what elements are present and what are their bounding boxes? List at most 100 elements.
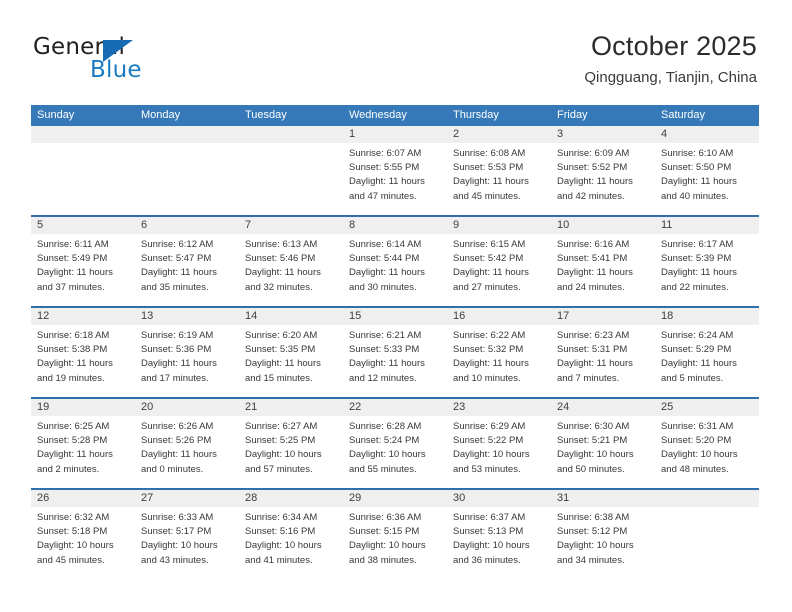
day-number-strip: 26	[31, 490, 135, 507]
day-number-strip: 4	[655, 126, 759, 143]
weekday-header-friday: Friday	[557, 109, 588, 121]
day-cell-17[interactable]: 17 Sunrise: 6:23 AM Sunset: 5:31 PM Dayligh…	[551, 308, 655, 397]
sunrise-line: Sunrise: 6:22 AM	[453, 330, 526, 341]
page-header: General Blue October 2025 Qingguang, Tia…	[0, 0, 792, 104]
day-number: 7	[245, 219, 252, 231]
day-cell-12[interactable]: 12 Sunrise: 6:18 AM Sunset: 5:38 PM Dayligh…	[31, 308, 135, 397]
day-number-strip: 1	[343, 126, 447, 143]
daylight-line-2: and 12 minutes.	[349, 372, 417, 384]
daylight-line-2: and 19 minutes.	[37, 372, 105, 384]
day-cell-28[interactable]: 28 Sunrise: 6:34 AM Sunset: 5:16 PM Dayligh…	[239, 490, 343, 579]
day-cell-21[interactable]: 21 Sunrise: 6:27 AM Sunset: 5:25 PM Dayligh…	[239, 399, 343, 488]
day-cell-23[interactable]: 23 Sunrise: 6:29 AM Sunset: 5:22 PM Dayligh…	[447, 399, 551, 488]
daylight-line-2: and 5 minutes.	[661, 372, 724, 384]
daylight-line-2: and 15 minutes.	[245, 372, 313, 384]
day-number: 5	[37, 219, 44, 231]
day-cell-18[interactable]: 18 Sunrise: 6:24 AM Sunset: 5:29 PM Dayligh…	[655, 308, 759, 397]
day-number: 27	[141, 492, 154, 504]
sunrise-line: Sunrise: 6:25 AM	[37, 421, 110, 432]
day-cell-24[interactable]: 24 Sunrise: 6:30 AM Sunset: 5:21 PM Dayligh…	[551, 399, 655, 488]
day-details: Sunrise: 6:34 AM Sunset: 5:16 PM Daylight:…	[239, 507, 343, 579]
day-cell-13[interactable]: 13 Sunrise: 6:19 AM Sunset: 5:36 PM Dayligh…	[135, 308, 239, 397]
daylight-line-1: Daylight: 11 hours	[349, 267, 425, 279]
day-cell-4[interactable]: 4 Sunrise: 6:10 AM Sunset: 5:50 PM Daylight…	[655, 126, 759, 215]
day-cell-empty	[135, 126, 239, 215]
daylight-line-2: and 17 minutes.	[141, 372, 209, 384]
day-number-strip: 6	[135, 217, 239, 234]
sunrise-line: Sunrise: 6:27 AM	[245, 421, 318, 432]
day-details: Sunrise: 6:14 AM Sunset: 5:44 PM Daylight:…	[343, 234, 447, 306]
sunrise-line: Sunrise: 6:36 AM	[349, 512, 422, 523]
sunset-line: Sunset: 5:20 PM	[661, 435, 732, 447]
daylight-line-1: Daylight: 11 hours	[453, 176, 529, 188]
day-cell-10[interactable]: 10 Sunrise: 6:16 AM Sunset: 5:41 PM Dayligh…	[551, 217, 655, 306]
day-number: 24	[557, 401, 570, 413]
day-cell-29[interactable]: 29 Sunrise: 6:36 AM Sunset: 5:15 PM Dayligh…	[343, 490, 447, 579]
day-number: 2	[453, 128, 460, 140]
day-cell-30[interactable]: 30 Sunrise: 6:37 AM Sunset: 5:13 PM Dayligh…	[447, 490, 551, 579]
day-details: Sunrise: 6:38 AM Sunset: 5:12 PM Daylight:…	[551, 507, 655, 579]
sunrise-line: Sunrise: 6:30 AM	[557, 421, 630, 432]
day-cell-14[interactable]: 14 Sunrise: 6:20 AM Sunset: 5:35 PM Dayligh…	[239, 308, 343, 397]
day-cell-3[interactable]: 3 Sunrise: 6:09 AM Sunset: 5:52 PM Daylight…	[551, 126, 655, 215]
daylight-line-2: and 34 minutes.	[557, 554, 625, 566]
sunset-line: Sunset: 5:47 PM	[141, 253, 212, 265]
sunset-line: Sunset: 5:39 PM	[661, 253, 732, 265]
sunrise-line: Sunrise: 6:18 AM	[37, 330, 110, 341]
daylight-line-2: and 36 minutes.	[453, 554, 521, 566]
daylight-line-1: Daylight: 10 hours	[453, 540, 530, 552]
day-cell-7[interactable]: 7 Sunrise: 6:13 AM Sunset: 5:46 PM Daylight…	[239, 217, 343, 306]
day-cell-19[interactable]: 19 Sunrise: 6:25 AM Sunset: 5:28 PM Dayligh…	[31, 399, 135, 488]
daylight-line-1: Daylight: 11 hours	[349, 176, 425, 188]
day-cell-20[interactable]: 20 Sunrise: 6:26 AM Sunset: 5:26 PM Dayligh…	[135, 399, 239, 488]
sunset-line: Sunset: 5:36 PM	[141, 344, 212, 356]
day-number: 12	[37, 310, 50, 322]
day-cell-31[interactable]: 31 Sunrise: 6:38 AM Sunset: 5:12 PM Dayligh…	[551, 490, 655, 579]
day-details: Sunrise: 6:28 AM Sunset: 5:24 PM Daylight:…	[343, 416, 447, 488]
week-cells: 26 Sunrise: 6:32 AM Sunset: 5:18 PM Dayligh…	[31, 490, 759, 579]
general-blue-logo: General Blue	[33, 36, 203, 86]
day-cell-27[interactable]: 27 Sunrise: 6:33 AM Sunset: 5:17 PM Dayligh…	[135, 490, 239, 579]
daylight-line-1: Daylight: 11 hours	[141, 449, 217, 461]
day-number-strip: 24	[551, 399, 655, 416]
day-cell-6[interactable]: 6 Sunrise: 6:12 AM Sunset: 5:47 PM Daylight…	[135, 217, 239, 306]
logo-text-blue: Blue	[90, 57, 142, 83]
sunset-line: Sunset: 5:50 PM	[661, 162, 732, 174]
day-number: 22	[349, 401, 362, 413]
day-number: 1	[349, 128, 356, 140]
day-cell-22[interactable]: 22 Sunrise: 6:28 AM Sunset: 5:24 PM Dayligh…	[343, 399, 447, 488]
day-cell-9[interactable]: 9 Sunrise: 6:15 AM Sunset: 5:42 PM Daylight…	[447, 217, 551, 306]
day-number-strip: 11	[655, 217, 759, 234]
daylight-line-2: and 0 minutes.	[141, 463, 204, 475]
day-cell-1[interactable]: 1 Sunrise: 6:07 AM Sunset: 5:55 PM Daylight…	[343, 126, 447, 215]
sunset-line: Sunset: 5:55 PM	[349, 162, 420, 174]
day-number: 29	[349, 492, 362, 504]
day-number: 28	[245, 492, 258, 504]
sunrise-line: Sunrise: 6:11 AM	[37, 239, 109, 250]
day-number: 13	[141, 310, 154, 322]
day-cell-11[interactable]: 11 Sunrise: 6:17 AM Sunset: 5:39 PM Dayligh…	[655, 217, 759, 306]
day-cell-2[interactable]: 2 Sunrise: 6:08 AM Sunset: 5:53 PM Daylight…	[447, 126, 551, 215]
day-number: 19	[37, 401, 50, 413]
day-cell-25[interactable]: 25 Sunrise: 6:31 AM Sunset: 5:20 PM Dayligh…	[655, 399, 759, 488]
day-number: 31	[557, 492, 570, 504]
day-details: Sunrise: 6:16 AM Sunset: 5:41 PM Daylight:…	[551, 234, 655, 306]
daylight-line-1: Daylight: 11 hours	[453, 358, 529, 370]
day-cell-26[interactable]: 26 Sunrise: 6:32 AM Sunset: 5:18 PM Dayligh…	[31, 490, 135, 579]
sunset-line: Sunset: 5:22 PM	[453, 435, 524, 447]
daylight-line-1: Daylight: 10 hours	[245, 449, 322, 461]
daylight-line-1: Daylight: 10 hours	[661, 449, 738, 461]
calendar-grid: Sunday Monday Tuesday Wednesday Thursday Frid…	[31, 105, 759, 579]
day-cell-5[interactable]: 5 Sunrise: 6:11 AM Sunset: 5:49 PM Daylight…	[31, 217, 135, 306]
day-details: Sunrise: 6:24 AM Sunset: 5:29 PM Daylight:…	[655, 325, 759, 397]
day-cell-8[interactable]: 8 Sunrise: 6:14 AM Sunset: 5:44 PM Daylight…	[343, 217, 447, 306]
sunrise-line: Sunrise: 6:17 AM	[661, 239, 734, 250]
sunset-line: Sunset: 5:46 PM	[245, 253, 316, 265]
day-cell-16[interactable]: 16 Sunrise: 6:22 AM Sunset: 5:32 PM Dayligh…	[447, 308, 551, 397]
day-number-strip: 17	[551, 308, 655, 325]
sunrise-line: Sunrise: 6:12 AM	[141, 239, 214, 250]
day-details: Sunrise: 6:18 AM Sunset: 5:38 PM Daylight:…	[31, 325, 135, 397]
day-cell-15[interactable]: 15 Sunrise: 6:21 AM Sunset: 5:33 PM Dayligh…	[343, 308, 447, 397]
day-cell-empty	[655, 490, 759, 579]
sunset-line: Sunset: 5:15 PM	[349, 526, 420, 538]
